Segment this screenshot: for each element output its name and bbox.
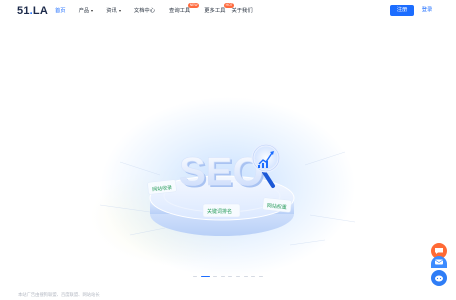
chat-icon <box>435 248 443 254</box>
carousel-dot[interactable] <box>258 276 263 278</box>
carousel-dot[interactable] <box>193 276 197 278</box>
carousel-dot[interactable] <box>243 276 248 278</box>
carousel-dot[interactable] <box>235 276 240 278</box>
message-button[interactable] <box>431 256 447 268</box>
message-icon <box>434 259 444 265</box>
tag-site-indexing: 网站收录 <box>147 179 177 195</box>
footer-note: 本站广告由搜狗联盟、百度联盟、网站站长 <box>18 292 100 297</box>
carousel-dot[interactable] <box>228 276 233 278</box>
carousel-indicators <box>193 276 266 278</box>
tag-keyword-ranking: 关键词排名 <box>202 203 241 218</box>
tag-site-weight: 网站权重 <box>262 197 292 213</box>
carousel-dot-active[interactable] <box>200 276 210 278</box>
seo-text: SEO <box>179 150 263 194</box>
seo-illustration: SEO SEO 网站收录 关键词排名 网站权重 <box>99 143 356 246</box>
headset-icon <box>435 275 443 281</box>
carousel-dot[interactable] <box>213 276 218 278</box>
tag-keyword-ranking-label: 关键词排名 <box>207 208 232 215</box>
carousel-dot[interactable] <box>220 276 225 278</box>
service-button[interactable] <box>431 270 447 286</box>
carousel-dot[interactable] <box>251 276 256 278</box>
